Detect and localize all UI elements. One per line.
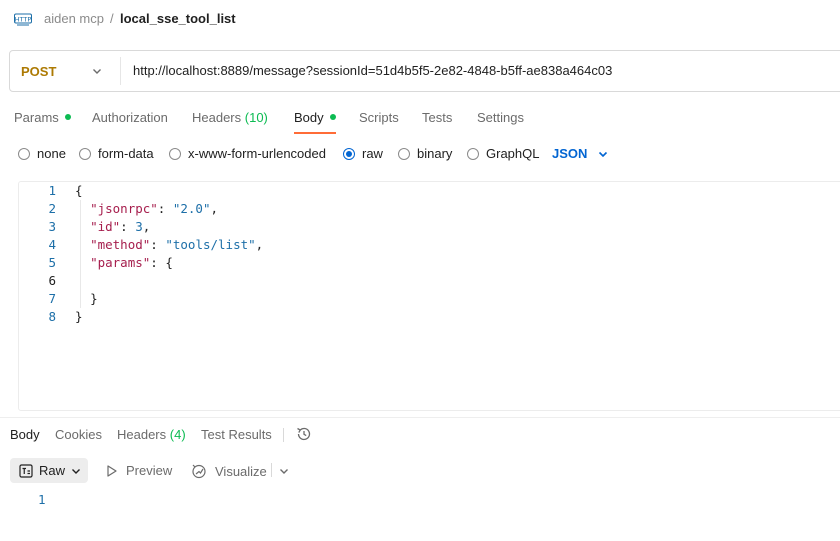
code-text: "jsonrpc": "2.0", [90,200,219,216]
visualize-label: Visualize [215,463,267,479]
code-text: } [75,308,83,324]
tab-authorization[interactable]: Authorization [92,110,168,125]
visualize-button[interactable]: Visualize [191,463,267,479]
radio-label: binary [417,146,453,161]
url-input[interactable]: http://localhost:8889/message?sessionId=… [133,63,612,78]
radio-label: x-www-form-urlencoded [188,146,326,161]
code-line: 3 "id": 3, [18,217,838,235]
code-line: 8 } [18,307,838,325]
chevron-down-icon [93,69,101,74]
response-line-number: 1 [38,492,46,507]
http-icon: HTTP [14,11,32,27]
view-mode-select[interactable]: Raw [10,458,88,483]
tab-label: Headers [117,427,167,442]
line-number: 7 [48,290,56,306]
breadcrumb-parent[interactable]: aiden mcp [44,11,104,26]
tab-label: Settings [477,110,524,125]
radio-binary[interactable]: binary [398,146,452,161]
code-text: "method": "tools/list", [90,236,264,252]
tab-response-body[interactable]: Body [10,427,40,442]
visualize-icon [192,464,206,479]
code-text: } [90,290,98,306]
radio-circle [169,147,181,160]
line-number: 1 [48,182,56,198]
breadcrumb-separator: / [110,11,114,26]
tab-label: Test Results [201,427,272,442]
code-line: 1 { [18,181,838,199]
tab-body[interactable]: Body [294,110,336,125]
radio-circle [467,147,479,160]
url-divider [120,57,121,85]
play-icon [107,464,117,477]
tab-scripts[interactable]: Scripts [359,110,399,125]
line-number: 5 [48,254,56,270]
active-dot [64,114,71,120]
code-line: 7 } [18,289,838,307]
preview-button[interactable]: Preview [106,463,172,478]
method-select[interactable]: POST [9,50,119,92]
radio-circle [398,147,410,160]
tab-tests[interactable]: Tests [422,110,452,125]
radio-label: form-data [98,146,154,161]
tab-label: Body [10,427,40,442]
radio-raw[interactable]: raw [343,146,383,161]
radio-none[interactable]: none [18,146,66,161]
radio-label: none [37,146,66,161]
code-text: { [75,182,83,198]
active-dot [329,114,336,120]
tab-separator [283,428,284,442]
radio-urlencoded[interactable]: x-www-form-urlencoded [169,146,326,161]
view-mode-label: Raw [39,463,66,478]
tab-label: Tests [422,110,453,125]
code-text: "id": 3, [90,218,151,234]
tab-params[interactable]: Params [14,110,71,125]
radio-circle [79,147,91,160]
tab-label: Params [14,110,59,125]
radio-circle [18,147,30,160]
radio-label: GraphQL [486,146,540,161]
tab-count: (10) [244,110,268,125]
tab-count: (4) [169,427,186,442]
line-number: 2 [48,200,56,216]
line-number: 3 [48,218,56,234]
radio-graphql[interactable]: GraphQL [467,146,539,161]
chevron-down-icon [72,468,81,474]
text-format-icon [19,463,33,478]
code-line: 2 "jsonrpc": "2.0", [18,199,838,217]
chevron-down-icon [599,151,608,157]
tab-label: Scripts [359,110,399,125]
radio-circle-checked [343,147,355,160]
format-select[interactable]: JSON [552,146,609,161]
radio-form-data[interactable]: form-data [79,146,154,161]
active-tab-indicator [294,132,336,134]
radio-label: raw [362,146,383,161]
line-number: 8 [48,308,56,324]
line-number: 4 [48,236,56,252]
format-label: JSON [552,146,588,161]
tab-label: Cookies [55,427,102,442]
method-label: POST [21,63,57,79]
tab-settings[interactable]: Settings [477,110,524,125]
tab-label: Headers [192,110,242,125]
tab-test-results[interactable]: Test Results [201,427,272,442]
history-icon[interactable] [295,425,313,443]
tab-label: Authorization [92,110,168,125]
code-line: 5 "params": { [18,253,838,271]
chevron-down-icon[interactable] [278,465,290,477]
request-title[interactable]: local_sse_tool_list [120,11,236,26]
tab-headers[interactable]: Headers (10) [192,110,268,125]
toolbar-separator [271,463,272,477]
preview-label: Preview [126,463,173,478]
tab-response-cookies[interactable]: Cookies [55,427,102,442]
svg-text:HTTP: HTTP [15,16,32,24]
line-number: 6 [48,272,56,288]
tab-label: Body [294,110,324,125]
code-text: "params": { [90,254,173,270]
code-line-current: 6 [18,271,838,289]
tab-response-headers[interactable]: Headers (4) [117,427,186,442]
code-line: 4 "method": "tools/list", [18,235,838,253]
response-divider[interactable] [0,417,840,418]
